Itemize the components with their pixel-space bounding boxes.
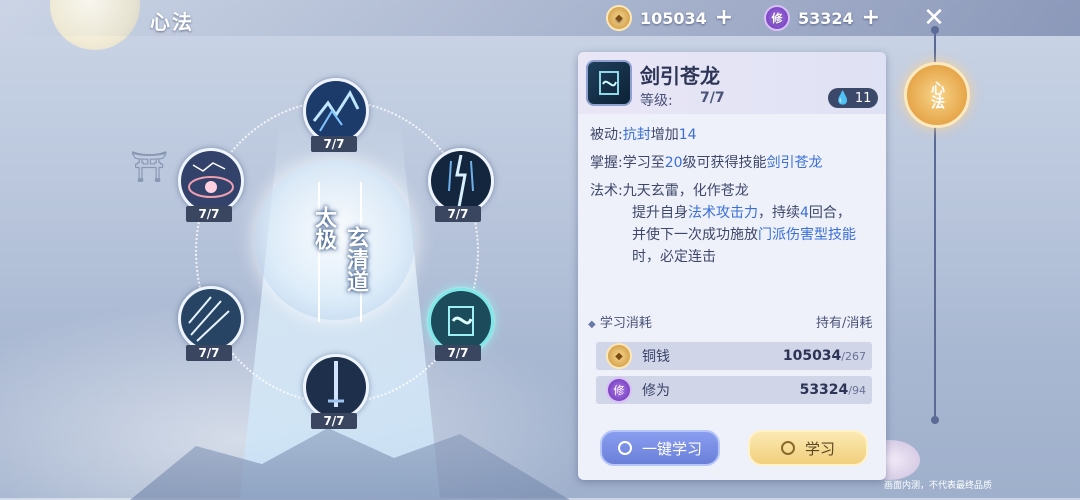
ice-shards-icon bbox=[181, 289, 241, 349]
skill-level-badge: 7/7 bbox=[311, 413, 357, 429]
cost-title-text: 学习消耗 bbox=[599, 316, 652, 331]
skill-node-lightning-dragon[interactable] bbox=[303, 78, 369, 144]
spell-text-2c: ，持续 bbox=[758, 205, 800, 221]
sword-pillar-icon bbox=[306, 357, 366, 417]
drop-count: 11 bbox=[854, 90, 872, 106]
ring-icon bbox=[780, 441, 795, 455]
cultivation-amount: 53324 bbox=[798, 8, 854, 28]
school-name-right: 玄清道 bbox=[343, 226, 368, 292]
spell-text-2e: 回合， bbox=[808, 205, 851, 221]
skill-level-badge: 7/7 bbox=[186, 345, 232, 361]
spell-line-4: 时，必定连击 bbox=[632, 249, 716, 265]
learn-button[interactable]: 学习 bbox=[748, 430, 868, 466]
master-text-2: 级可获得技能 bbox=[682, 155, 767, 171]
cultivation-icon: 修 bbox=[606, 377, 632, 403]
level-value: 7/7 bbox=[700, 90, 725, 106]
skill-name: 剑引苍龙 bbox=[640, 64, 720, 88]
master-level: 20 bbox=[664, 155, 683, 171]
spell-line-3: 并使下一次成功施放门派伤害型技能 bbox=[632, 224, 856, 246]
coin-icon: ◆ bbox=[606, 5, 632, 31]
school-name-left: 太极 bbox=[311, 206, 336, 250]
passive-value: 14 bbox=[678, 127, 697, 143]
side-track-dot bbox=[931, 416, 939, 424]
spell-label: 法术: bbox=[590, 183, 623, 199]
master-skill: 剑引苍龙 bbox=[766, 155, 823, 171]
add-cultivation-button[interactable]: + bbox=[862, 7, 880, 29]
cost-name: 修为 bbox=[642, 383, 670, 399]
passive-label: 被动: bbox=[590, 127, 623, 143]
cost-need: /94 bbox=[848, 384, 866, 397]
master-text: 学习至 bbox=[622, 155, 665, 171]
ring-icon bbox=[617, 441, 632, 455]
spell-stat: 法术攻击力 bbox=[688, 205, 758, 221]
taiji-seal-icon bbox=[431, 291, 491, 351]
cost-title: ◆ 学习消耗 bbox=[588, 312, 652, 331]
selected-skill-icon bbox=[586, 60, 632, 106]
water-drop-icon: 💧 bbox=[834, 90, 851, 106]
drop-count-badge: 💧 11 bbox=[828, 88, 878, 108]
spell-text-2a: 提升自身 bbox=[632, 205, 688, 221]
copper-resource: ◆ 105034 + bbox=[606, 5, 733, 31]
passive-verb: 增加 bbox=[650, 127, 679, 143]
cost-have: 105034 bbox=[782, 348, 842, 364]
star-circle-icon bbox=[181, 151, 241, 211]
diamond-icon: ◆ bbox=[588, 319, 596, 330]
xinfa-tab-emblem[interactable]: 心法 bbox=[904, 62, 970, 128]
skill-level-badge: 7/7 bbox=[311, 136, 357, 152]
cultivation-resource: 修 53324 + bbox=[764, 5, 880, 31]
skill-level-badge: 7/7 bbox=[435, 206, 481, 222]
skill-node-ice-shards[interactable] bbox=[178, 286, 244, 352]
passive-stat: 抗封 bbox=[622, 127, 651, 143]
emblem-label: 心法 bbox=[929, 81, 945, 109]
spell-text-3a: 并使下一次成功施放 bbox=[632, 227, 758, 243]
learn-all-label: 一键学习 bbox=[641, 439, 702, 458]
cost-value: 53324/94 bbox=[800, 382, 866, 398]
master-label: 掌握: bbox=[590, 155, 623, 171]
cultivation-icon: 修 bbox=[764, 5, 790, 31]
lightning-dragon-icon bbox=[306, 81, 366, 141]
coin-icon: ◆ bbox=[606, 343, 632, 369]
cost-row-copper: ◆ 铜钱 105034/267 bbox=[596, 342, 872, 370]
learn-all-button[interactable]: 一键学习 bbox=[600, 430, 720, 466]
spell-text-1: 九天玄雷，化作苍龙 bbox=[622, 183, 749, 199]
copper-amount: 105034 bbox=[640, 8, 707, 28]
cost-value: 105034/267 bbox=[783, 348, 866, 364]
cost-row-cultivation: 修 修为 53324/94 bbox=[596, 376, 872, 404]
taiji-seal-icon bbox=[599, 71, 619, 95]
spell-skill-type: 门派伤害型技能 bbox=[758, 227, 856, 243]
cost-name: 铜钱 bbox=[642, 349, 670, 365]
cost-have: 53324 bbox=[799, 382, 849, 398]
watermark: 画面内测，不代表最终品质 bbox=[884, 481, 993, 491]
skill-level-badge: 7/7 bbox=[186, 206, 232, 222]
master-line: 掌握:学习至20级可获得技能剑引苍龙 bbox=[590, 152, 823, 174]
skill-level-badge: 7/7 bbox=[435, 345, 481, 361]
close-icon[interactable]: ✕ bbox=[918, 4, 950, 32]
cost-need: /267 bbox=[841, 350, 866, 363]
spell-line-2: 提升自身法术攻击力，持续4回合， bbox=[632, 202, 851, 224]
passive-line: 被动:抗封增加14 bbox=[590, 124, 697, 146]
spell-rounds: 4 bbox=[800, 205, 809, 221]
level-label: 等级: bbox=[640, 93, 673, 109]
add-copper-button[interactable]: + bbox=[715, 7, 733, 29]
page-title: 心法 bbox=[150, 10, 194, 34]
skill-node-star-circle[interactable] bbox=[178, 148, 244, 214]
skill-detail-panel bbox=[578, 52, 886, 480]
cost-header-right: 持有/消耗 bbox=[816, 316, 873, 331]
thunder-pillar-icon bbox=[431, 151, 491, 211]
spell-line-1: 法术:九天玄雷，化作苍龙 bbox=[590, 180, 749, 202]
skill-node-sword-pillar[interactable] bbox=[303, 354, 369, 420]
pavilion-icon: ⛩ bbox=[130, 150, 169, 185]
skill-node-thunder-pillar[interactable] bbox=[428, 148, 494, 214]
learn-label: 学习 bbox=[804, 439, 835, 458]
